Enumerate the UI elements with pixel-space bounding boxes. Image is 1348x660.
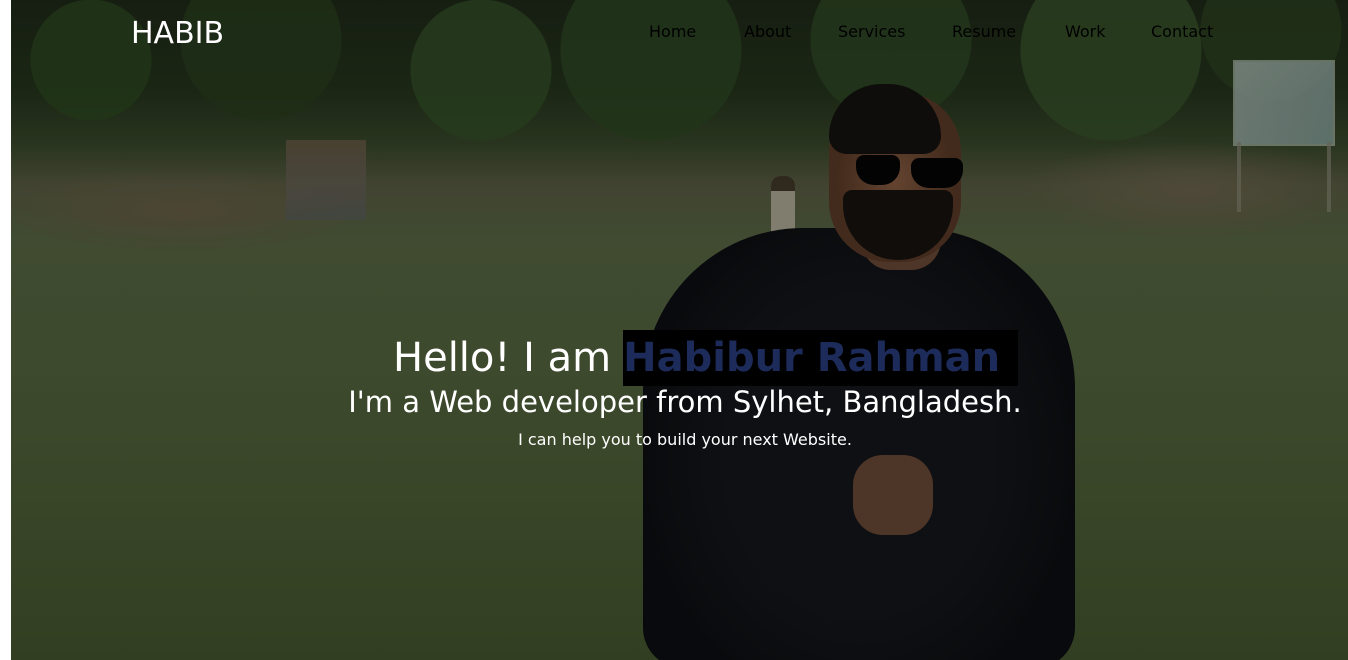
hero-greeting: Hello! I am Habibur Rahman [393,330,1019,386]
hero-tagline: I'm a Web developer from Sylhet, Banglad… [348,385,1022,419]
hero-content: Hello! I am Habibur Rahman I'm a Web dev… [0,0,1348,660]
hero-name: Habibur Rahman [623,330,1019,386]
greeting-text: Hello! I am [393,335,612,381]
hero-subtext: I can help you to build your next Websit… [518,430,852,449]
